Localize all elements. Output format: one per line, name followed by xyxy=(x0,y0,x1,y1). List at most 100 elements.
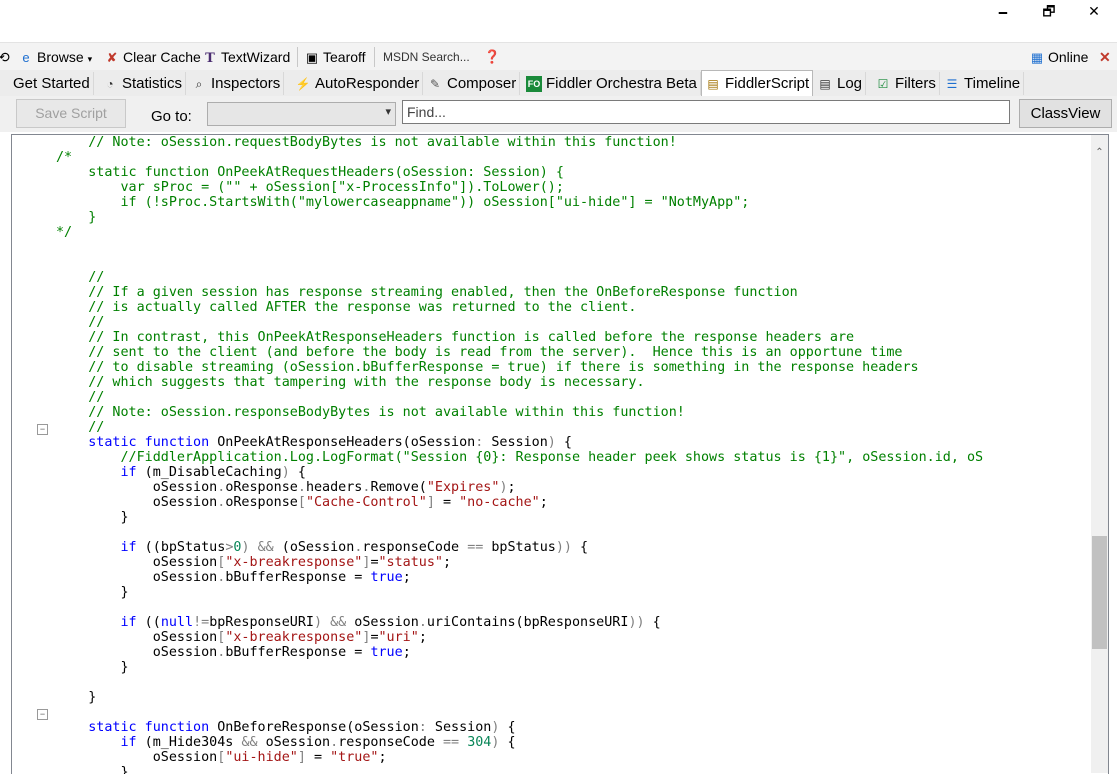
statistics-icon: ◔ xyxy=(106,77,114,92)
code-line: } xyxy=(56,210,97,225)
tab-label: FiddlerScript xyxy=(725,75,810,92)
fold-toggle-icon[interactable]: − xyxy=(37,424,48,435)
tab-log[interactable]: ▤ Log xyxy=(814,72,867,95)
scroll-up-icon[interactable]: ⌃ xyxy=(1091,147,1108,158)
fold-toggle-icon[interactable]: − xyxy=(37,709,48,720)
browser-icon: e xyxy=(22,50,30,65)
tab-fiddler-orchestra[interactable]: FO Fiddler Orchestra Beta xyxy=(523,72,701,95)
code-line: // If a given session has response strea… xyxy=(56,285,798,300)
tab-fiddlerscript[interactable]: ▤ FiddlerScript xyxy=(701,70,814,98)
save-script-button[interactable]: Save Script xyxy=(16,99,126,128)
inspectors-icon: ⌕ xyxy=(195,77,203,92)
vertical-scrollbar[interactable]: ⌃ xyxy=(1091,135,1108,773)
tearoff-icon: ▣ xyxy=(305,50,319,65)
fiddler-orchestra-icon: FO xyxy=(526,76,542,93)
code-line: //FiddlerApplication.Log.LogFormat("Sess… xyxy=(120,450,984,465)
scrollbar-thumb[interactable] xyxy=(1092,536,1107,649)
history-icon[interactable]: ⟲ xyxy=(0,47,10,67)
classview-button[interactable]: ClassView xyxy=(1019,99,1112,128)
tab-label: Composer xyxy=(447,75,517,92)
tab-composer[interactable]: ✎ Composer xyxy=(424,72,521,95)
online-icon: ▦ xyxy=(1030,50,1044,65)
textwizard-button[interactable]: T TextWizard xyxy=(202,47,290,67)
code-line: oSession.oResponse.headers.Remove("Expir… xyxy=(56,480,516,495)
online-indicator[interactable]: ▦ Online xyxy=(1029,47,1089,67)
code-line: if (m_Hide304s && oSession.responseCode … xyxy=(120,735,516,750)
title-bar: 🗕 🗗 ✕ xyxy=(0,0,1117,42)
tab-label: Fiddler Orchestra Beta xyxy=(546,75,697,92)
code-line: static function OnPeekAtResponseHeaders(… xyxy=(88,435,572,450)
code-line: if (m_DisableCaching) { xyxy=(120,465,306,480)
composer-icon: ✎ xyxy=(429,77,441,92)
tab-statistics[interactable]: ◔ Statistics xyxy=(99,72,187,95)
chevron-down-icon: ▾ xyxy=(385,106,391,118)
code-line: // Note: oSession.requestBodyBytes is no… xyxy=(56,135,677,150)
tab-inspectors[interactable]: ⌕ Inspectors xyxy=(188,72,285,95)
script-code[interactable]: // Note: oSession.requestBodyBytes is no… xyxy=(56,135,983,774)
tab-label: Log xyxy=(837,75,863,92)
tearoff-label: Tearoff xyxy=(323,49,366,65)
code-line: if (!sProc.StartsWith("mylowercaseappnam… xyxy=(56,195,750,210)
code-line: var sProc = ("" + oSession["x-ProcessInf… xyxy=(56,180,564,195)
maximize-icon[interactable]: 🗗 xyxy=(1026,2,1072,22)
close-icon[interactable]: ✕ xyxy=(1099,47,1111,67)
editor-gutter xyxy=(12,135,34,774)
help-icon[interactable]: ❓ xyxy=(484,47,500,67)
clear-cache-button[interactable]: ✘ Clear Cache xyxy=(104,47,201,67)
tab-label: Timeline xyxy=(964,75,1021,92)
log-icon: ▤ xyxy=(819,77,831,92)
clear-cache-icon: ✘ xyxy=(106,50,118,65)
code-line: } xyxy=(56,660,129,675)
tearoff-button[interactable]: ▣ Tearoff xyxy=(304,47,366,67)
goto-dropdown[interactable]: ▾ xyxy=(207,102,396,126)
code-line: static function OnBeforeResponse(oSessio… xyxy=(88,720,516,735)
find-input[interactable]: Find... xyxy=(402,100,1010,124)
tab-autoresponder[interactable]: ⚡ AutoResponder xyxy=(292,72,424,95)
toolbar-separator xyxy=(297,47,298,67)
autoresponder-icon: ⚡ xyxy=(295,77,311,92)
code-line: // xyxy=(56,420,105,435)
browse-label: Browse xyxy=(37,49,84,65)
code-line: // is actually called AFTER the response… xyxy=(56,300,637,315)
textwizard-icon: T xyxy=(205,51,215,66)
browse-button[interactable]: e Browse ▾ xyxy=(18,47,92,67)
code-line: oSession.bBufferResponse = true; xyxy=(56,645,411,660)
tab-timeline[interactable]: ☰ Timeline xyxy=(941,72,1025,95)
code-line: // which suggests that tampering with th… xyxy=(56,375,645,390)
clear-cache-label: Clear Cache xyxy=(123,49,201,65)
goto-label: Go to: xyxy=(151,108,192,125)
code-line: // xyxy=(56,390,105,405)
code-line: oSession.oResponse["Cache-Control"] = "n… xyxy=(56,495,548,510)
close-icon[interactable]: ✕ xyxy=(1071,2,1117,22)
code-line: /* xyxy=(56,150,73,165)
tab-get-started[interactable]: Get Started xyxy=(10,72,94,95)
code-line: } xyxy=(56,690,97,705)
code-line: if ((null!=bpResponseURI) && oSession.ur… xyxy=(120,615,661,630)
tab-filters[interactable]: ☑ Filters xyxy=(872,72,940,95)
code-line: */ xyxy=(56,225,73,240)
code-line: } xyxy=(56,585,129,600)
minimize-icon[interactable]: 🗕 xyxy=(980,2,1026,22)
fiddlerscript-icon: ▤ xyxy=(707,77,719,92)
filters-icon: ☑ xyxy=(877,77,889,92)
code-editor[interactable]: − − // Note: oSession.requestBodyBytes i… xyxy=(11,134,1109,774)
tab-label: Filters xyxy=(895,75,936,92)
code-line: oSession["ui-hide"] = "true"; xyxy=(56,750,387,765)
code-line: oSession["x-breakresponse"]="status"; xyxy=(56,555,452,570)
code-line: oSession["x-breakresponse"]="uri"; xyxy=(56,630,427,645)
chevron-down-icon: ▾ xyxy=(87,54,93,64)
code-line: // xyxy=(56,315,105,330)
tab-label: Statistics xyxy=(122,75,183,92)
main-toolbar: ⟲ e Browse ▾ ✘ Clear Cache T TextWizard ▣ Te… xyxy=(0,42,1117,71)
timeline-icon: ☰ xyxy=(946,77,958,92)
code-line: // Note: oSession.responseBodyBytes is n… xyxy=(56,405,685,420)
code-line: // sent to the client (and before the bo… xyxy=(56,345,903,360)
toolbar-separator xyxy=(374,47,375,67)
tab-label: AutoResponder xyxy=(315,75,420,92)
msdn-search-button[interactable]: MSDN Search... xyxy=(383,47,470,67)
